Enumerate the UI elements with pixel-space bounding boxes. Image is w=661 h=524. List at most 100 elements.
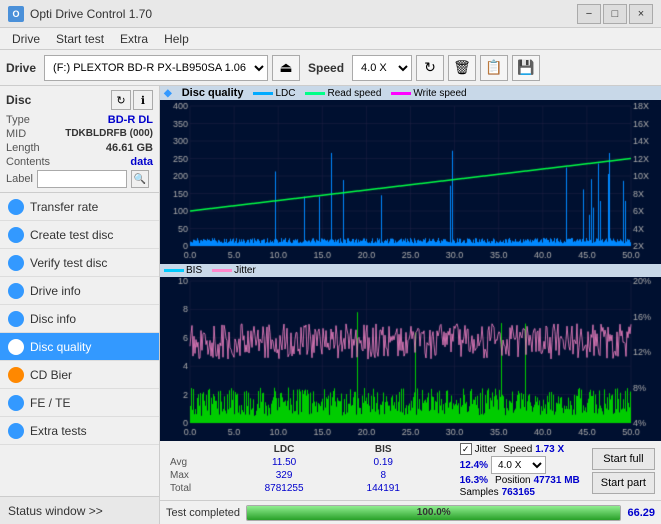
speed-avg-value: 1.73 X (535, 444, 564, 455)
legend-read: Read speed (305, 88, 381, 99)
minimize-button[interactable]: − (577, 4, 601, 24)
status-window-btn[interactable]: Status window >> (0, 496, 159, 524)
sidebar: Disc ↻ ℹ Type BD-R DL MID TDKBLDRFB (000… (0, 86, 160, 524)
sidebar-item-create-test-disc[interactable]: Create test disc (0, 221, 159, 249)
jitter-checkbox[interactable]: ✓ (460, 443, 472, 455)
menu-help[interactable]: Help (156, 30, 197, 48)
menu-start-test[interactable]: Start test (48, 30, 112, 48)
erase-button[interactable]: 🗑 (448, 55, 476, 81)
col-bis-header: BIS (337, 443, 430, 456)
bottom-bar: Test completed 100.0% 66.29 (160, 500, 661, 524)
sidebar-item-fe-te[interactable]: FE / TE (0, 389, 159, 417)
app-title: Opti Drive Control 1.70 (30, 7, 152, 21)
type-value: BD-R DL (108, 114, 153, 126)
total-bis: 144191 (337, 482, 430, 495)
chart-header-bottom: BIS Jitter (160, 264, 661, 277)
jitter-row-avg2: 12.4% 4.0 X (460, 456, 580, 474)
disc-info-btn[interactable]: ℹ (133, 90, 153, 110)
speed-select[interactable]: 4.0 X (352, 55, 412, 81)
jitter-row-avg: ✓ Jitter Speed 1.73 X (460, 443, 580, 455)
charts-wrapper: BIS Jitter (160, 100, 661, 440)
create-test-icon (8, 227, 24, 243)
jitter-speed-panel: ✓ Jitter Speed 1.73 X 12.4% 4.0 X 16.3% … (456, 443, 584, 498)
eject-button[interactable]: ⏏ (272, 55, 300, 81)
start-full-button[interactable]: Start full (592, 448, 655, 470)
disc-info-label: Disc info (30, 312, 76, 326)
verify-test-icon (8, 255, 24, 271)
label-input[interactable] (37, 170, 127, 188)
menu-drive[interactable]: Drive (4, 30, 48, 48)
extra-tests-label: Extra tests (30, 424, 87, 438)
save-button[interactable]: 💾 (512, 55, 540, 81)
content-area: ◆ Disc quality LDC Read speed Write spee… (160, 86, 661, 524)
length-value: 46.61 GB (106, 142, 153, 154)
sidebar-item-cd-bier[interactable]: CD Bier (0, 361, 159, 389)
sidebar-item-disc-quality[interactable]: Disc quality (0, 333, 159, 361)
progress-fill: 100.0% (247, 506, 620, 520)
menu-extra[interactable]: Extra (112, 30, 156, 48)
disc-info-panel: Disc ↻ ℹ Type BD-R DL MID TDKBLDRFB (000… (0, 86, 159, 193)
total-label: Total (166, 482, 231, 495)
top-chart-canvas (160, 100, 661, 264)
disc-refresh-btn[interactable]: ↻ (111, 90, 131, 110)
label-label: Label (6, 173, 33, 185)
stats-table: LDC BIS Avg 11.50 0.19 Max (166, 443, 448, 498)
bottom-chart-canvas (160, 277, 661, 441)
samples-row: Samples 763165 (460, 487, 580, 498)
sidebar-item-extra-tests[interactable]: Extra tests (0, 417, 159, 445)
status-text: Test completed (166, 507, 240, 519)
close-button[interactable]: × (629, 4, 653, 24)
drive-select[interactable]: (F:) PLEXTOR BD-R PX-LB950SA 1.06 (44, 55, 268, 81)
mid-label: MID (6, 128, 26, 140)
transfer-rate-label: Transfer rate (30, 200, 98, 214)
refresh-button[interactable]: ↻ (416, 55, 444, 81)
chart-header-top: ◆ Disc quality LDC Read speed Write spee… (160, 86, 661, 100)
disc-info-icon (8, 311, 24, 327)
col-ldc-header: LDC (231, 443, 336, 456)
legend-ldc: LDC (253, 88, 295, 99)
samples-value: 763165 (502, 487, 535, 498)
sidebar-item-drive-info[interactable]: Drive info (0, 277, 159, 305)
transfer-rate-icon (8, 199, 24, 215)
avg-jitter: 12.4% (460, 460, 488, 471)
chart-title: Disc quality (182, 87, 244, 99)
avg-bis: 0.19 (337, 456, 430, 469)
disc-quality-icon (8, 339, 24, 355)
chart-icon: ◆ (164, 88, 172, 99)
speed-select-small[interactable]: 4.0 X (491, 456, 546, 474)
legend-write-line (391, 92, 411, 95)
stats-area: LDC BIS Avg 11.50 0.19 Max (160, 440, 661, 500)
title-bar: O Opti Drive Control 1.70 − □ × (0, 0, 661, 28)
toolbar: Drive (F:) PLEXTOR BD-R PX-LB950SA 1.06 … (0, 50, 661, 86)
position-value: 47731 MB (534, 475, 580, 486)
sidebar-item-transfer-rate[interactable]: Transfer rate (0, 193, 159, 221)
position-label: Position (495, 475, 531, 486)
button-area: Start full Start part (592, 443, 655, 498)
drive-info-icon (8, 283, 24, 299)
legend-bis-label: BIS (186, 265, 202, 276)
max-jitter-row: 16.3% Position 47731 MB (460, 475, 580, 486)
main-area: Disc ↻ ℹ Type BD-R DL MID TDKBLDRFB (000… (0, 86, 661, 524)
fe-te-icon (8, 395, 24, 411)
type-label: Type (6, 114, 30, 126)
max-label: Max (166, 469, 231, 482)
speed-label: Speed (308, 61, 344, 75)
max-ldc: 329 (231, 469, 336, 482)
sidebar-item-disc-info[interactable]: Disc info (0, 305, 159, 333)
start-part-button[interactable]: Start part (592, 472, 655, 494)
progress-label: 100.0% (417, 507, 451, 518)
jitter-label: Jitter (475, 444, 497, 455)
label-search-btn[interactable]: 🔍 (131, 170, 149, 188)
maximize-button[interactable]: □ (603, 4, 627, 24)
sidebar-item-verify-test-disc[interactable]: Verify test disc (0, 249, 159, 277)
top-chart-container (160, 100, 661, 264)
speed-display: 66.29 (627, 507, 655, 519)
copy-button[interactable]: 📋 (480, 55, 508, 81)
disc-quality-label: Disc quality (30, 340, 91, 354)
progress-bar: 100.0% (246, 505, 621, 521)
drive-label: Drive (6, 61, 36, 75)
legend-ldc-line (253, 92, 273, 95)
legend-read-line (305, 92, 325, 95)
fe-te-label: FE / TE (30, 396, 70, 410)
avg-ldc: 11.50 (231, 456, 336, 469)
